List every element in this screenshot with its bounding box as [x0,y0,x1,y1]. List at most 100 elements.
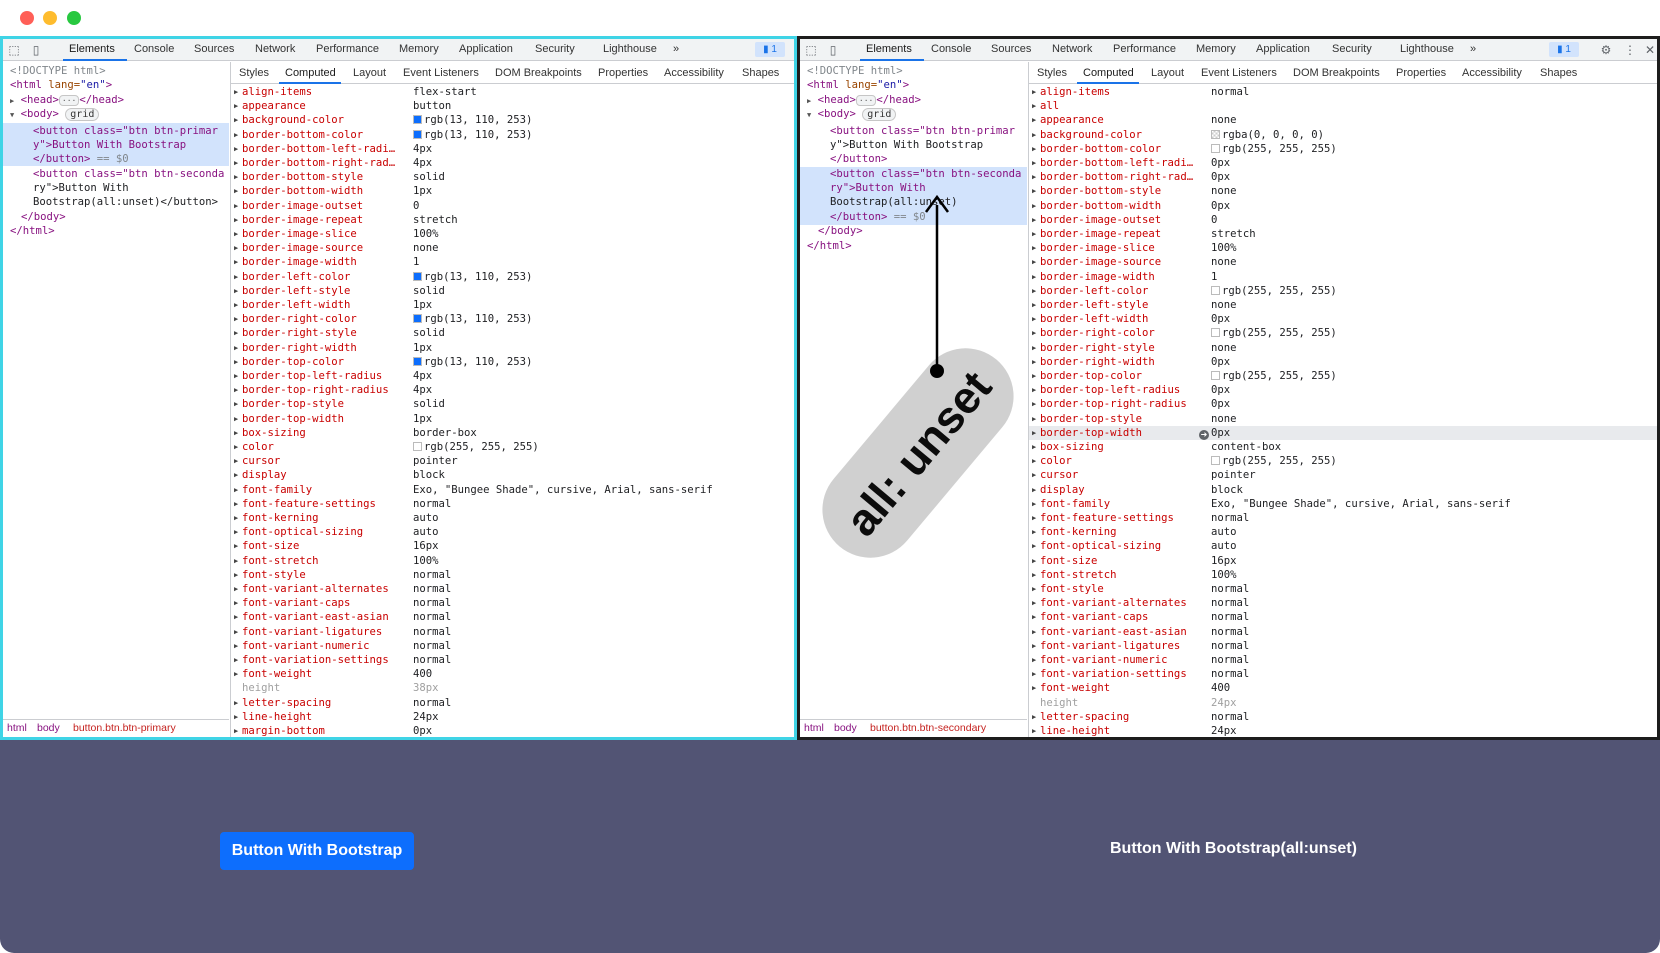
settings-gear-icon[interactable]: ⚙ [1599,43,1613,57]
computed-property-row[interactable]: height 24px [1029,696,1657,710]
subtab-accessibility[interactable]: Accessibility [1462,67,1522,79]
expand-arrow-icon[interactable]: ▶ [234,270,238,284]
color-swatch[interactable] [413,271,422,281]
computed-property-row[interactable]: ▶ border-bottom-left-radi… 0px [1029,156,1657,170]
expand-arrow-icon[interactable]: ▶ [234,85,238,99]
expand-arrow-icon[interactable]: ▶ [1032,539,1036,553]
subtab-dom-breakpoints[interactable]: DOM Breakpoints [495,67,582,79]
minimize-window-button[interactable] [43,11,57,25]
expand-arrow-icon[interactable]: ▶ [234,128,238,142]
expand-arrow-icon[interactable]: ▶ [1032,653,1036,667]
computed-property-row[interactable]: ▶ border-image-width 1 [231,255,794,269]
computed-property-row[interactable]: ▶ border-right-width 1px [231,341,794,355]
computed-property-row[interactable]: ▶ font-stretch 100% [231,554,794,568]
computed-property-row[interactable]: ▶ font-weight 400 [1029,681,1657,695]
expand-arrow-icon[interactable]: ▶ [234,539,238,553]
computed-property-row[interactable]: ▶ all [1029,99,1657,113]
tab-sources[interactable]: Sources [194,43,234,55]
tab-elements[interactable]: Elements [866,43,912,55]
computed-property-row[interactable]: ▶ font-variation-settings normal [1029,667,1657,681]
computed-property-row[interactable]: ▶ font-size 16px [231,539,794,553]
subtab-event-listeners[interactable]: Event Listeners [1201,67,1277,79]
color-swatch[interactable] [413,129,422,139]
computed-property-row[interactable]: ▶ background-color rgb(13, 110, 253) [231,113,794,127]
grid-badge[interactable]: grid [862,108,897,121]
expand-arrow-icon[interactable]: ▶ [1032,667,1036,681]
computed-property-row[interactable]: ▶ align-items normal [1029,85,1657,99]
expand-arrow-icon[interactable]: ▶ [1032,99,1036,113]
tab-network[interactable]: Network [1052,43,1092,55]
computed-property-row[interactable]: ▶ border-bottom-style none [1029,184,1657,198]
close-window-button[interactable] [20,11,34,25]
tab-performance[interactable]: Performance [1113,43,1176,55]
computed-property-row[interactable]: ▶ border-left-color rgb(13, 110, 253) [231,270,794,284]
expand-arrow-icon[interactable]: ▶ [234,596,238,610]
expand-arrow-icon[interactable]: ▶ [1032,468,1036,482]
computed-property-row[interactable]: ▶ font-variant-numeric normal [1029,653,1657,667]
computed-property-row[interactable]: ▶ font-variant-east-asian normal [1029,625,1657,639]
computed-property-row[interactable]: ▶ font-variant-alternates normal [231,582,794,596]
color-swatch[interactable] [413,442,422,451]
computed-property-row[interactable]: height 38px [231,681,794,695]
tab-network[interactable]: Network [255,43,295,55]
dom-head-node[interactable]: ▶ <head> ··· </head> [807,93,921,107]
expand-arrow-icon[interactable]: ▶ [1032,85,1036,99]
computed-property-row[interactable]: ▶ border-right-color rgb(13, 110, 253) [231,312,794,326]
expand-arrow-icon[interactable]: ▶ [234,610,238,624]
expand-arrow-icon[interactable]: ▶ [1032,568,1036,582]
tab-console[interactable]: Console [931,43,971,55]
expand-arrow-icon[interactable]: ▶ [1032,610,1036,624]
expand-arrow-icon[interactable]: ▶ [1032,625,1036,639]
breadcrumb-button[interactable]: button.btn.btn-secondary [870,720,986,737]
computed-property-row[interactable]: ▶ border-bottom-width 0px [1029,199,1657,213]
computed-property-row[interactable]: ▶ font-style normal [231,568,794,582]
expand-arrow-icon[interactable]: ▶ [1032,355,1036,369]
expand-arrow-icon[interactable]: ▶ [234,625,238,639]
expand-arrow-icon[interactable]: ▶ [1032,454,1036,468]
expand-arrow-icon[interactable]: ▶ [234,483,238,497]
computed-property-row[interactable]: ▶ font-optical-sizing auto [1029,539,1657,553]
computed-property-row[interactable]: ▶ border-top-color rgb(13, 110, 253) [231,355,794,369]
expand-arrow-icon[interactable]: ▶ [234,511,238,525]
grid-badge[interactable]: grid [65,108,100,121]
dom-button-primary[interactable]: <button class="btn btn-primar [33,124,218,138]
expand-arrow-icon[interactable]: ▶ [1032,113,1036,127]
expand-arrow-icon[interactable]: ▶ [1032,227,1036,241]
computed-property-row[interactable]: ▶ letter-spacing normal [1029,710,1657,724]
computed-property-row[interactable]: ▶ font-size 16px [1029,554,1657,568]
expand-arrow-icon[interactable]: ▶ [234,341,238,355]
computed-property-row[interactable]: ▶ border-right-style solid [231,326,794,340]
computed-property-row[interactable]: ▶ cursor pointer [1029,468,1657,482]
bootstrap-primary-button[interactable]: Button With Bootstrap [220,832,414,870]
kebab-menu-icon[interactable]: ⋮ [1623,43,1637,57]
computed-property-row[interactable]: ▶ border-top-left-radius 4px [231,369,794,383]
computed-property-row[interactable]: ▶ letter-spacing normal [231,696,794,710]
expand-arrow-icon[interactable]: ▶ [234,213,238,227]
computed-property-row[interactable]: ▶ font-variant-ligatures normal [1029,639,1657,653]
computed-property-row[interactable]: ▶ border-top-width ➜ 0px [1029,425,1657,440]
color-swatch[interactable] [1211,285,1220,295]
computed-property-row[interactable]: ▶ font-feature-settings normal [1029,511,1657,525]
dom-doctype[interactable]: <!DOCTYPE html> [807,64,903,78]
expand-arrow-icon[interactable]: ▶ [234,497,238,511]
computed-property-row[interactable]: ▶ border-image-outset 0 [231,199,794,213]
computed-property-row[interactable]: ▶ display block [231,468,794,482]
tab-console[interactable]: Console [134,43,174,55]
tab-performance[interactable]: Performance [316,43,379,55]
subtab-computed[interactable]: Computed [1083,67,1134,79]
computed-property-row[interactable]: ▶ color rgb(255, 255, 255) [1029,454,1657,468]
color-swatch[interactable] [1211,143,1220,153]
computed-property-row[interactable]: ▶ border-top-right-radius 4px [231,383,794,397]
device-toolbar-icon[interactable]: ▯ [29,43,43,57]
expand-arrow-icon[interactable]: ▶ [1032,199,1036,213]
expand-arrow-icon[interactable]: ▶ [1032,440,1036,454]
breadcrumb-html[interactable]: html [804,720,824,737]
computed-property-row[interactable]: ▶ border-bottom-width 1px [231,184,794,198]
computed-property-row[interactable]: ▶ font-variation-settings normal [231,653,794,667]
subtab-properties[interactable]: Properties [1396,67,1446,79]
expand-arrow-icon[interactable]: ▶ [234,468,238,482]
subtab-accessibility[interactable]: Accessibility [664,67,724,79]
expand-arrow-icon[interactable]: ▶ [234,298,238,312]
expand-arrow-icon[interactable]: ▶ [1032,341,1036,355]
expand-arrow-icon[interactable]: ▶ [1032,170,1036,184]
